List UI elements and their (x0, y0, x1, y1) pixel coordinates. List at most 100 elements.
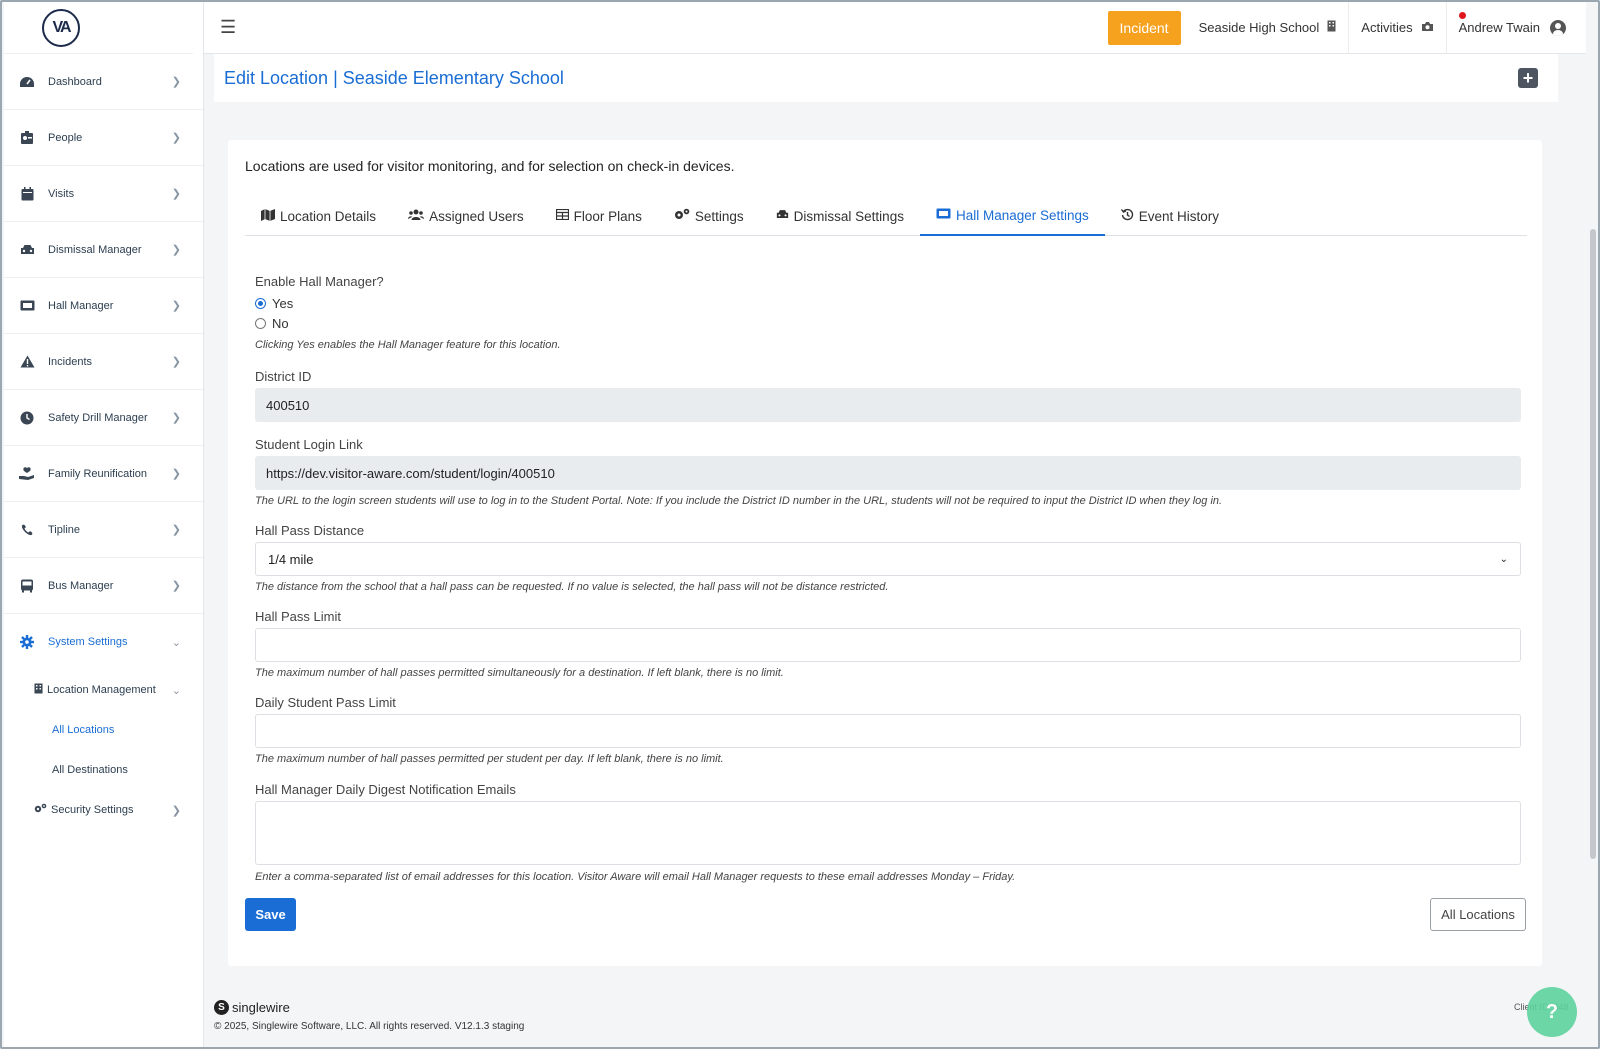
digest-emails-help: Enter a comma-separated list of email ad… (255, 871, 1016, 883)
enable-help-text: Clicking Yes enables the Hall Manager fe… (255, 339, 561, 351)
sidebar-item-label: Incidents (48, 355, 93, 368)
sidebar-item-incidents[interactable]: Incidents ❯ (4, 334, 203, 390)
sidebar-item-system-settings[interactable]: System Settings ⌄ (4, 614, 203, 670)
singlewire-logo: S singlewire (214, 1000, 524, 1015)
user-name: Andrew Twain (1458, 20, 1540, 35)
enable-no-radio[interactable]: No (255, 313, 1547, 333)
hall-pass-distance-label: Hall Pass Distance (255, 523, 365, 538)
incident-button[interactable]: Incident (1107, 10, 1181, 45)
hamburger-menu-icon[interactable]: ☰ (220, 17, 236, 38)
hand-heart-icon (18, 466, 36, 482)
add-icon[interactable]: + (1518, 68, 1538, 88)
dashboard-icon (18, 74, 36, 90)
sidebar-item-safety-drill-manager[interactable]: Safety Drill Manager ❯ (4, 390, 203, 446)
sidebar-item-family-reunification[interactable]: Family Reunification ❯ (4, 446, 203, 502)
chevron-right-icon: ❯ (171, 300, 181, 312)
tab-floor-plans[interactable]: Floor Plans (540, 196, 658, 236)
radio-button-checked[interactable] (255, 297, 266, 309)
tab-label: Event History (1138, 208, 1220, 224)
sidebar-item-label: Visits (48, 187, 75, 200)
sidebar-item-dashboard[interactable]: Dashboard ❯ (4, 54, 203, 110)
tab-bar: Location Details Assigned Users Floor Pl… (245, 196, 1527, 236)
scrollbar-thumb[interactable] (1590, 229, 1596, 859)
gears-icon (674, 208, 690, 224)
copyright-text: © 2025, Singlewire Software, LLC. All ri… (214, 1021, 525, 1032)
radio-button[interactable] (255, 317, 266, 329)
radio-label: No (272, 315, 289, 331)
users-icon (408, 209, 425, 223)
tab-hall-manager-settings[interactable]: Hall Manager Settings (919, 196, 1105, 236)
sidebar-item-tipline[interactable]: Tipline ❯ (4, 502, 203, 558)
tab-assigned-users[interactable]: Assigned Users (392, 196, 540, 236)
tab-event-history[interactable]: Event History (1105, 196, 1235, 236)
activities-label: Activities (1361, 20, 1413, 35)
sidebar-item-label: Dashboard (48, 75, 102, 88)
chevron-down-icon: ⌄ (171, 636, 181, 649)
top-header: ☰ Incident Seaside High School Activitie… (204, 2, 1586, 54)
digest-emails-textarea[interactable] (255, 801, 1521, 865)
brand-name: singlewire (232, 1000, 290, 1015)
singlewire-s-icon: S (214, 1000, 229, 1015)
chevron-right-icon: ❯ (171, 580, 181, 592)
history-icon (1120, 208, 1134, 224)
tab-dismissal-settings[interactable]: Dismissal Settings (760, 196, 920, 236)
camera-icon (1421, 20, 1434, 35)
school-name: Seaside High School (1198, 20, 1320, 35)
user-menu[interactable]: Andrew Twain (1447, 2, 1586, 54)
chevron-down-icon: ⌄ (171, 684, 181, 697)
save-button[interactable]: Save (245, 898, 296, 931)
sidebar-item-dismissal-manager[interactable]: Dismissal Manager ❯ (4, 222, 203, 278)
daily-student-pass-limit-label: Daily Student Pass Limit (255, 695, 396, 710)
sidebar-item-location-management[interactable]: Location Management ⌄ (4, 670, 203, 710)
sidebar-item-label: People (48, 131, 83, 144)
sidebar-item-all-locations[interactable]: All Locations (4, 710, 203, 750)
hall-pass-limit-label: Hall Pass Limit (255, 609, 341, 624)
logo-area: VA (4, 2, 193, 54)
chevron-right-icon: ❯ (171, 132, 181, 144)
phone-icon (18, 522, 36, 538)
notification-dot (1458, 11, 1466, 19)
user-avatar-icon (1550, 19, 1566, 36)
school-selector[interactable]: Seaside High School (1187, 2, 1350, 54)
building-icon (34, 683, 43, 697)
sidebar-item-hall-manager[interactable]: Hall Manager ❯ (4, 278, 203, 334)
tab-settings[interactable]: Settings (658, 196, 760, 236)
app-window: VA Dashboard ❯ People ❯ Visits ❯ Dismiss… (0, 0, 1600, 1049)
hall-pass-limit-field[interactable] (255, 628, 1521, 662)
daily-student-pass-limit-field[interactable] (255, 714, 1521, 748)
sidebar-item-all-destinations[interactable]: All Destinations (4, 750, 203, 790)
sidebar: VA Dashboard ❯ People ❯ Visits ❯ Dismiss… (4, 2, 204, 1047)
all-locations-button[interactable]: All Locations (1430, 898, 1526, 931)
activities-link[interactable]: Activities (1349, 2, 1447, 54)
page-scrollbar[interactable] (1586, 54, 1598, 1047)
gear-icon (18, 634, 36, 650)
sidebar-item-security-settings[interactable]: Security Settings ❯ (4, 790, 203, 830)
hall-pass-limit-help: The maximum number of hall passes permit… (255, 667, 784, 679)
digest-emails-label: Hall Manager Daily Digest Notification E… (255, 782, 516, 797)
visitor-aware-logo[interactable]: VA (42, 8, 80, 47)
chevron-right-icon: ❯ (171, 356, 181, 368)
sidebar-item-visits[interactable]: Visits ❯ (4, 166, 203, 222)
page-title-bar: Edit Location | Seaside Elementary Schoo… (214, 54, 1558, 102)
hall-manager-settings-form: Enable Hall Manager? Yes No Clicking Yes… (255, 274, 1547, 883)
enable-yes-radio[interactable]: Yes (255, 293, 1547, 313)
ticket-icon (18, 298, 36, 314)
tab-location-details[interactable]: Location Details (245, 196, 392, 236)
district-id-label: District ID (255, 369, 312, 384)
chevron-right-icon: ❯ (171, 468, 181, 480)
sidebar-item-bus-manager[interactable]: Bus Manager ❯ (4, 558, 203, 614)
building-icon (1327, 20, 1336, 35)
intro-text: Locations are used for visitor monitorin… (245, 158, 735, 174)
district-id-field: 400510 (255, 388, 1521, 422)
sidebar-item-label: Family Reunification (48, 467, 148, 480)
sidebar-item-label: Safety Drill Manager (48, 411, 148, 424)
bus-icon (18, 578, 36, 594)
chevron-right-icon: ❯ (171, 412, 181, 424)
calendar-icon (18, 186, 36, 202)
sidebar-item-people[interactable]: People ❯ (4, 110, 203, 166)
chevron-right-icon: ❯ (171, 804, 181, 817)
sidebar-item-label: Dismissal Manager (48, 243, 142, 256)
help-button[interactable]: ? (1527, 987, 1577, 1037)
hall-pass-distance-select[interactable]: 1/4 mile ⌄ (255, 542, 1521, 576)
footer: S singlewire © 2025, Singlewire Software… (214, 1000, 524, 1032)
